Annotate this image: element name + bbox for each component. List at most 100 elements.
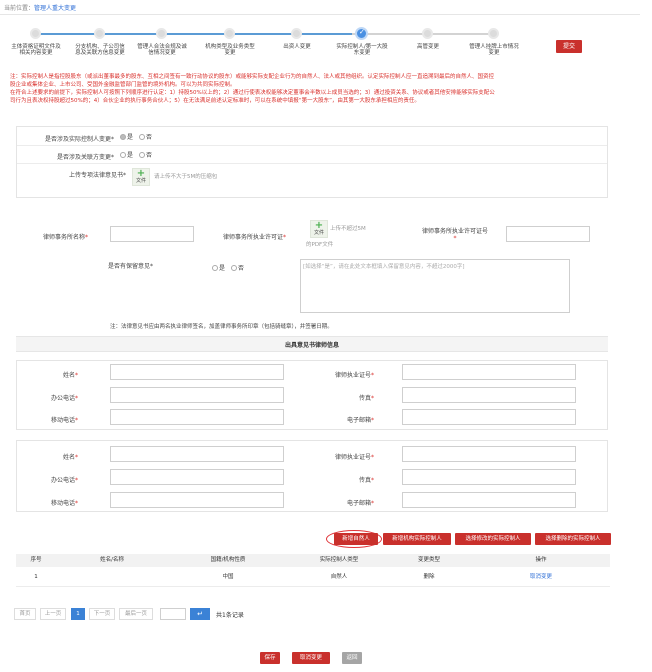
field-text: 电子邮箱 bbox=[346, 500, 371, 507]
pager-prev-button[interactable]: 上一页 bbox=[40, 608, 66, 620]
th-nationality: 国籍/机构性质 bbox=[210, 557, 246, 563]
lawyer-1-name-input[interactable] bbox=[110, 364, 284, 380]
breadcrumb: 当前位置：管理人重大变更 bbox=[4, 3, 76, 12]
lawyer-2-fax-input[interactable] bbox=[402, 469, 576, 485]
sign-note: 注：法律意见书应由两名执业律师签名，加盖律师事务所印章（包括骑缝章），并签署日期… bbox=[110, 324, 333, 330]
th-controller-type: 实际控制人类型 bbox=[319, 557, 359, 563]
pager-total: 共1条记录 bbox=[216, 612, 244, 619]
lawyer-2-license-input[interactable] bbox=[402, 446, 576, 462]
cancel-change-button[interactable]: 取消变更 bbox=[292, 652, 330, 664]
required-mark: * bbox=[75, 454, 78, 461]
back-button[interactable]: 返回 bbox=[342, 652, 362, 664]
lawyer-1-fax-input[interactable] bbox=[402, 387, 576, 403]
radio-yes-label: 是 bbox=[219, 265, 226, 272]
required-mark: * bbox=[371, 454, 374, 461]
radio-no[interactable] bbox=[230, 264, 237, 271]
step-label-4[interactable]: 机构类型及业务类型变更 bbox=[204, 44, 256, 56]
row-divider bbox=[17, 163, 607, 164]
field-text: 移动电话 bbox=[50, 500, 75, 507]
step-label-6[interactable]: 实际控制人/第一大股东变更 bbox=[336, 44, 388, 56]
lawyer-1-email-label: 电子邮箱* bbox=[310, 415, 374, 424]
lawyer-1-office-phone-input[interactable] bbox=[110, 387, 284, 403]
add-natural-person-button[interactable]: 新增自然人 bbox=[334, 533, 378, 545]
step-label-2[interactable]: 分支机构、子公司信息及关联方信息变更 bbox=[74, 44, 126, 56]
lawyer-2-mobile-label: 移动电话* bbox=[16, 498, 78, 507]
lawyer-2-mobile-input[interactable] bbox=[110, 492, 284, 508]
pager-last-button[interactable]: 最后一页 bbox=[119, 608, 153, 620]
pager-first-button[interactable]: 首页 bbox=[14, 608, 36, 620]
lawyer-2-office-phone-input[interactable] bbox=[110, 469, 284, 485]
stepper-line-done bbox=[36, 33, 352, 35]
field-text: 办公电话 bbox=[50, 395, 75, 402]
lawyer-2-name-label: 姓名* bbox=[16, 452, 78, 461]
required-mark: * bbox=[85, 234, 88, 241]
select-delete-controller-button[interactable]: 选择删除的实际控制人 bbox=[535, 533, 611, 545]
lawyer-section-title: 出具意见书律师信息 bbox=[284, 342, 339, 349]
lawyer-2-license-label: 律师执业证号* bbox=[310, 452, 374, 461]
lawfirm-license-no-input[interactable] bbox=[506, 226, 590, 242]
required-mark: * bbox=[283, 234, 286, 241]
related-party-change-label: 是否涉及关联方变更* bbox=[56, 154, 114, 161]
radio-yes[interactable] bbox=[120, 151, 126, 158]
stepper-line-todo bbox=[352, 33, 490, 35]
reserve-opinion-label: 是否有保留意见* bbox=[108, 263, 154, 270]
field-text: 传真 bbox=[358, 477, 371, 484]
license-upload-hint-2: 的PDF文件 bbox=[306, 242, 334, 248]
breadcrumb-prefix: 当前位置： bbox=[4, 5, 35, 12]
field-text: 姓名 bbox=[62, 454, 75, 461]
lawyer-1-email-input[interactable] bbox=[402, 409, 576, 425]
pager-next-button[interactable]: 下一页 bbox=[89, 608, 115, 620]
field-text: 办公电话 bbox=[50, 477, 75, 484]
th-name: 姓名/名称 bbox=[100, 557, 124, 563]
pager-page-1[interactable]: 1 bbox=[71, 608, 85, 620]
enter-arrow-icon[interactable]: ↵ bbox=[190, 608, 210, 620]
pager-goto-input[interactable] bbox=[160, 608, 186, 620]
required-mark: * bbox=[75, 477, 78, 484]
row-divider bbox=[16, 586, 610, 587]
required-mark: * bbox=[371, 500, 374, 507]
lawfirm-license-text: 律师事务所执业许可证 bbox=[222, 234, 283, 241]
radio-no[interactable] bbox=[138, 151, 145, 158]
lawyer-2-email-input[interactable] bbox=[402, 492, 576, 508]
lawfirm-license-upload-button[interactable]: + 文件 bbox=[310, 220, 328, 238]
radio-yes[interactable] bbox=[120, 133, 126, 140]
lawfirm-license-label: 律师事务所执业许可证* bbox=[206, 232, 286, 241]
reserve-opinion-radio-group: 是 否 bbox=[212, 263, 248, 272]
cancel-change-link[interactable]: 取消变更 bbox=[516, 571, 566, 583]
step-dot-3 bbox=[156, 28, 167, 39]
related-party-radio-group: 是 否 bbox=[120, 150, 156, 159]
reserve-opinion-textarea[interactable]: [如选择“是”，请在此处文本框填入保留意见内容，不超过2000字] bbox=[300, 259, 570, 313]
select-modify-controller-button[interactable]: 选择修改的实际控制人 bbox=[455, 533, 531, 545]
upload-button-label: 文件 bbox=[135, 178, 146, 184]
lawyer-1-mobile-input[interactable] bbox=[110, 409, 284, 425]
radio-yes[interactable] bbox=[212, 264, 218, 271]
lawfirm-name-input[interactable] bbox=[110, 226, 194, 242]
radio-no-label: 否 bbox=[237, 265, 244, 272]
radio-yes-label: 是 bbox=[127, 152, 134, 159]
lawyer-1-license-label: 律师执业证号* bbox=[310, 370, 374, 379]
step-label-1[interactable]: 主体资格证明文件及相关内容变更 bbox=[10, 44, 62, 56]
step-label-3[interactable]: 管理人合法合规及诚信情况变更 bbox=[136, 44, 188, 56]
field-text: 姓名 bbox=[62, 372, 75, 379]
step-label-5[interactable]: 出资人变更 bbox=[271, 44, 323, 50]
required-mark: * bbox=[75, 395, 78, 402]
td-nationality: 中国 bbox=[222, 574, 234, 580]
field-text: 移动电话 bbox=[50, 417, 75, 424]
required-mark: * bbox=[371, 395, 374, 402]
lawyer-1-license-input[interactable] bbox=[402, 364, 576, 380]
save-button[interactable]: 保存 bbox=[260, 652, 280, 664]
license-upload-hint: 上传不超过5M bbox=[330, 226, 366, 232]
upload-hint: 请上传不大于5M的压缩包 bbox=[154, 174, 218, 180]
submit-button[interactable]: 提交 bbox=[556, 40, 582, 53]
lawyer-2-email-label: 电子邮箱* bbox=[310, 498, 374, 507]
step-label-8[interactable]: 管理人挂牌上市情况变更 bbox=[468, 44, 520, 56]
lawyer-1-office-phone-label: 办公电话* bbox=[16, 393, 78, 402]
add-org-controller-button[interactable]: 新增机构实际控制人 bbox=[383, 533, 451, 545]
th-change-type: 变更类型 bbox=[417, 557, 440, 563]
legal-opinion-upload-button[interactable]: + 文件 bbox=[132, 168, 150, 186]
radio-no[interactable] bbox=[138, 133, 145, 140]
lawyer-2-name-input[interactable] bbox=[110, 446, 284, 462]
step-label-7[interactable]: 高管变更 bbox=[402, 44, 454, 50]
breadcrumb-current[interactable]: 管理人重大变更 bbox=[34, 5, 76, 12]
radio-no-label: 否 bbox=[145, 152, 152, 159]
